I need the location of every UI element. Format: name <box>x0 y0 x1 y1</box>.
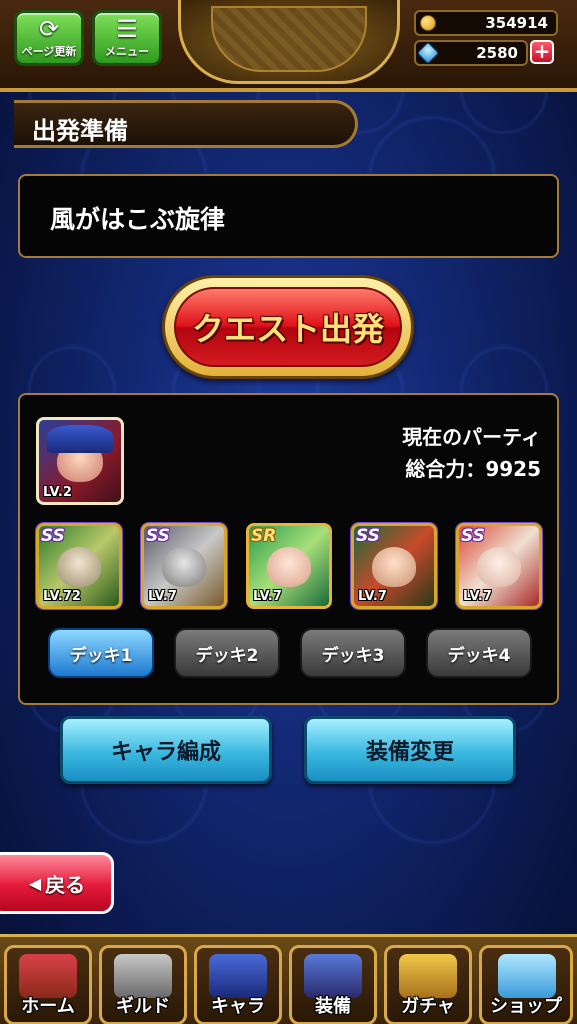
header-emblem <box>178 0 400 84</box>
deck-tab-3[interactable]: デッキ3 <box>300 628 406 678</box>
leader-level: LV.2 <box>43 485 72 500</box>
rarity-badge: SS <box>41 526 65 546</box>
nav-character[interactable]: キャラ <box>194 945 282 1024</box>
rarity-badge: SS <box>461 526 485 546</box>
quest-name-box: 風がはこぶ旋律 <box>18 174 559 258</box>
rarity-badge: SS <box>356 526 380 546</box>
quest-start-label: クエスト出発 <box>191 310 384 348</box>
member-portrait <box>161 546 207 587</box>
nav-equipment-label: 装備 <box>315 996 351 1017</box>
party-member-1[interactable]: SS LV.72 <box>36 523 122 609</box>
rarity-badge: SS <box>146 526 170 546</box>
menu-label: メニュー <box>105 45 149 58</box>
emblem-pattern <box>211 6 367 72</box>
party-member-2[interactable]: SS LV.7 <box>141 523 227 609</box>
gem-icon <box>416 41 440 65</box>
party-member-5[interactable]: SS LV.7 <box>456 523 542 609</box>
total-power: 総合力：9925 <box>405 457 541 481</box>
quest-name: 風がはこぶ旋律 <box>50 205 226 234</box>
character-edit-button[interactable]: キャラ編成 <box>60 716 272 784</box>
coin-value: 354914 <box>485 14 548 32</box>
leader-card[interactable]: LV.2 <box>36 417 124 505</box>
back-label: 戻る <box>45 872 86 897</box>
nav-gacha[interactable]: ガチャ <box>384 945 472 1024</box>
member-portrait <box>371 546 417 587</box>
nav-shop[interactable]: ショップ <box>479 945 573 1024</box>
member-portrait <box>266 546 312 587</box>
deck-tab-4[interactable]: デッキ4 <box>426 628 532 678</box>
coin-icon <box>420 15 436 31</box>
member-portrait <box>476 546 522 587</box>
coin-counter: 354914 <box>414 10 558 36</box>
gem-counter: 2580 <box>414 40 528 66</box>
party-member-4[interactable]: SS LV.7 <box>351 523 437 609</box>
nav-home-label: ホーム <box>21 996 75 1017</box>
nav-guild-label: ギルド <box>116 996 170 1017</box>
nav-equipment[interactable]: 装備 <box>289 945 377 1024</box>
page-refresh-button[interactable]: ⟳ ページ更新 <box>14 10 84 66</box>
leader-hat <box>47 424 113 453</box>
page-refresh-label: ページ更新 <box>21 45 77 58</box>
member-level: LV.7 <box>148 589 177 604</box>
menu-button[interactable]: ☰ メニュー <box>92 10 162 66</box>
party-info: 現在のパーティ 総合力：9925 <box>402 421 541 485</box>
refresh-icon: ⟳ <box>38 15 60 43</box>
deck-tab-2[interactable]: デッキ2 <box>174 628 280 678</box>
nav-guild[interactable]: ギルド <box>99 945 187 1024</box>
member-level: LV.7 <box>463 589 492 604</box>
page-title: 出発準備 <box>32 117 128 145</box>
nav-gacha-label: ガチャ <box>401 996 455 1017</box>
gem-value: 2580 <box>476 44 518 62</box>
member-level: LV.7 <box>358 589 387 604</box>
page-title-banner: 出発準備 <box>14 100 358 148</box>
party-panel: LV.2 現在のパーティ 総合力：9925 SS LV.72 SS LV.7 S… <box>18 393 559 705</box>
party-member-3[interactable]: SR LV.7 <box>246 523 332 609</box>
nav-character-label: キャラ <box>211 996 265 1017</box>
equipment-change-button[interactable]: 装備変更 <box>304 716 516 784</box>
current-party-label: 現在のパーティ <box>402 425 541 449</box>
nav-home[interactable]: ホーム <box>4 945 92 1024</box>
quest-start-inner: クエスト出発 <box>174 287 402 367</box>
bottom-nav: ホーム ギルド キャラ 装備 ガチャ ショップ <box>0 934 577 1024</box>
deck-tab-1[interactable]: デッキ1 <box>48 628 154 678</box>
back-button[interactable]: ◀ 戻る <box>0 852 114 914</box>
nav-shop-label: ショップ <box>490 996 562 1017</box>
member-portrait <box>56 546 102 587</box>
menu-icon: ☰ <box>116 15 138 43</box>
back-arrow-icon: ◀ <box>28 873 42 893</box>
member-level: LV.72 <box>43 589 81 604</box>
member-level: LV.7 <box>253 589 282 604</box>
rarity-badge: SR <box>251 526 277 546</box>
add-gems-button[interactable]: + <box>530 40 554 64</box>
quest-start-button[interactable]: クエスト出発 <box>162 275 414 379</box>
top-bar: ⟳ ページ更新 ☰ メニュー 354914 2580 + <box>0 0 577 92</box>
